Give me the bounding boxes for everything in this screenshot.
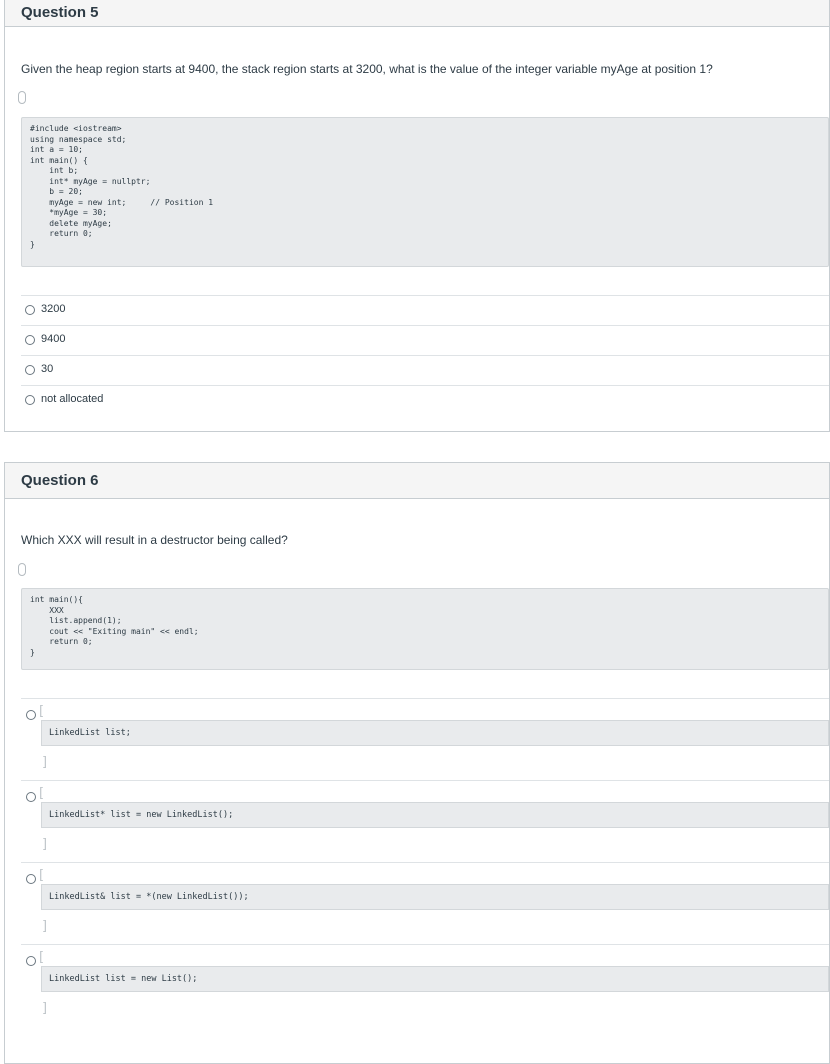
question-6-answers: [ LinkedList list; ] [ LinkedList* list … [21,698,829,1026]
question-6-title: Question 6 [5,463,829,499]
radio-button[interactable] [26,874,36,884]
close-bracket-icon: ] [42,919,48,934]
close-bracket-icon: ] [42,755,48,770]
radio-button[interactable] [26,792,36,802]
open-bracket-icon: [ [39,868,45,883]
open-bracket-icon: [ [39,950,45,965]
answer-option[interactable]: [ LinkedList& list = *(new LinkedList())… [21,862,829,944]
answer-option[interactable]: 9400 [21,325,829,355]
question-5-code-block: #include <iostream> using namespace std;… [21,117,829,267]
question-6-card: Question 6 Which XXX will result in a de… [4,462,830,1064]
answer-code: LinkedList list; [41,720,829,746]
answer-option[interactable]: [ LinkedList list; ] [21,698,829,780]
open-bracket-icon: [ [39,786,45,801]
answer-option[interactable]: [ LinkedList* list = new LinkedList(); ] [21,780,829,862]
radio-button[interactable] [26,710,36,720]
question-6-edit-icon[interactable] [18,563,26,576]
radio-button[interactable] [25,335,35,345]
radio-button[interactable] [26,956,36,966]
question-5-card: Question 5 Given the heap region starts … [4,0,830,432]
answer-label: 3200 [41,303,66,315]
question-5-answers: 3200 9400 30 not allocated [21,295,829,415]
answer-label: not allocated [41,393,104,405]
open-bracket-icon: [ [39,704,45,719]
radio-button[interactable] [25,365,35,375]
question-6-code-block: int main(){ XXX list.append(1); cout << … [21,588,829,670]
answer-option[interactable]: [ LinkedList list = new List(); ] [21,944,829,1026]
answer-option[interactable]: 3200 [21,295,829,325]
answer-code: LinkedList* list = new LinkedList(); [41,802,829,828]
radio-button[interactable] [25,395,35,405]
question-6-prompt: Which XXX will result in a destructor be… [21,533,288,547]
question-5-prompt: Given the heap region starts at 9400, th… [21,62,713,76]
answer-code: LinkedList list = new List(); [41,966,829,992]
answer-option[interactable]: 30 [21,355,829,385]
close-bracket-icon: ] [42,837,48,852]
question-5-title: Question 5 [5,0,829,27]
question-5-edit-icon[interactable] [18,91,26,104]
answer-label: 9400 [41,333,66,345]
close-bracket-icon: ] [42,1001,48,1016]
radio-button[interactable] [25,305,35,315]
answer-code: LinkedList& list = *(new LinkedList()); [41,884,829,910]
answer-option[interactable]: not allocated [21,385,829,415]
answer-label: 30 [41,363,54,375]
